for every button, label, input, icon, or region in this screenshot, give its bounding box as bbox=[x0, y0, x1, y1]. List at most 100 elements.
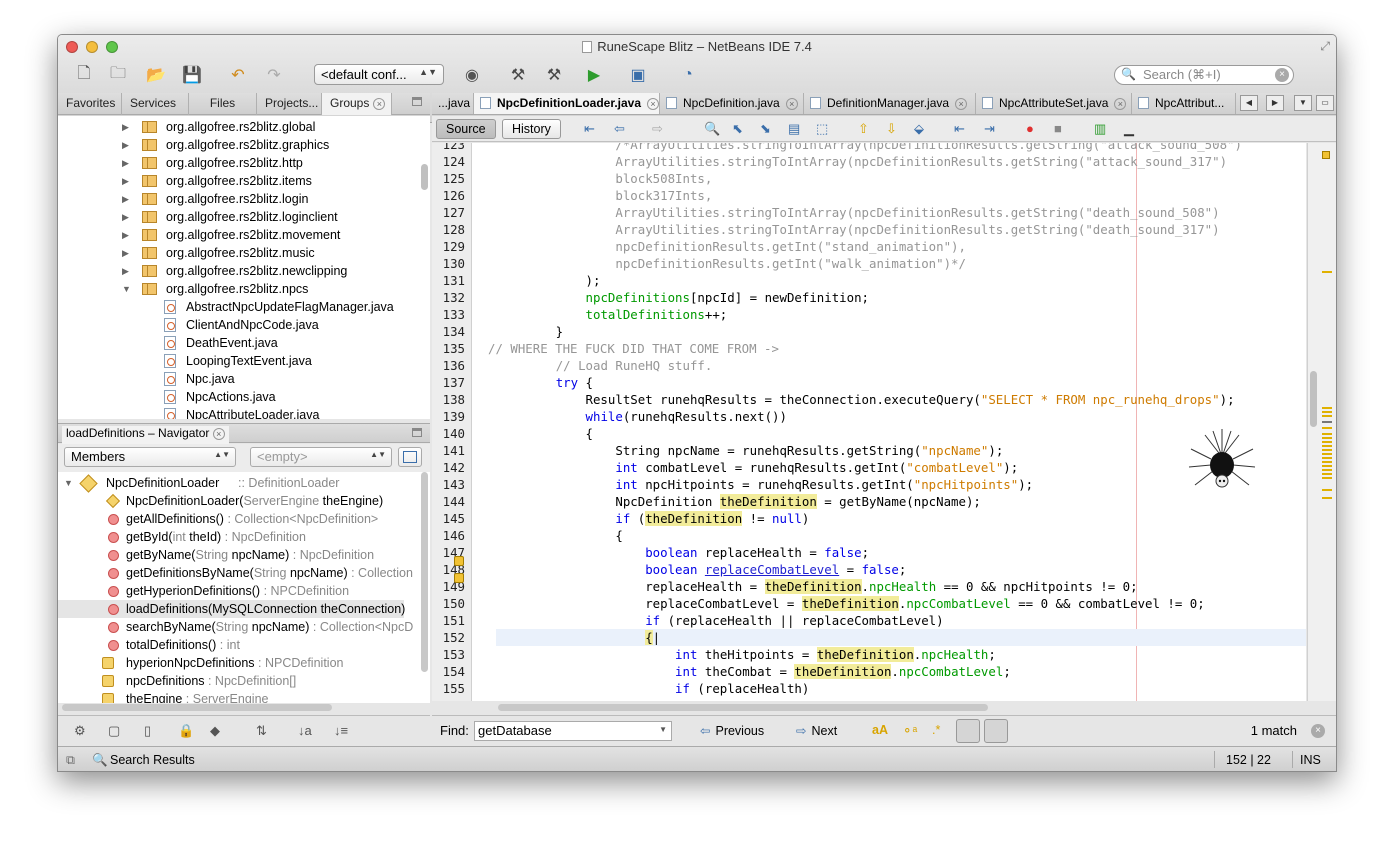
collapse-arrow-icon[interactable]: ▼ bbox=[64, 474, 74, 492]
navigator-tab[interactable]: loadDefinitions – Navigator × bbox=[62, 426, 229, 444]
find-next-icon[interactable]: ⬊ bbox=[760, 121, 771, 137]
expand-arrow-icon[interactable]: ▶ bbox=[122, 208, 132, 226]
close-tab-icon[interactable]: × bbox=[1114, 98, 1127, 110]
close-tab-icon[interactable]: × bbox=[647, 98, 660, 110]
last-edit-icon[interactable]: ⇤ bbox=[584, 121, 595, 137]
wrap-around-toggle[interactable] bbox=[984, 719, 1008, 743]
editor-tab[interactable]: DefinitionManager.java × bbox=[804, 93, 976, 114]
collapse-arrow-icon[interactable]: ▼ bbox=[122, 280, 132, 298]
member-item[interactable]: getHyperionDefinitions() : NPCDefinition bbox=[58, 582, 430, 600]
globe-icon[interactable]: ◉ bbox=[460, 64, 484, 86]
minimize-panel-icon[interactable] bbox=[412, 97, 422, 106]
stripe-mark[interactable] bbox=[1322, 489, 1332, 491]
editor-tab[interactable]: NpcDefinition.java × bbox=[660, 93, 804, 114]
editor-tab[interactable]: ...java bbox=[432, 93, 474, 114]
tab-projects[interactable]: Projects... bbox=[257, 93, 322, 115]
uncomment-icon[interactable]: ▁ bbox=[1124, 121, 1134, 137]
tree-item-package[interactable]: ▶ org.allgofree.rs2blitz.movement bbox=[58, 226, 430, 244]
output-window-icon[interactable]: ⧉ bbox=[66, 753, 75, 768]
save-all-icon[interactable]: 💾 bbox=[180, 64, 204, 86]
stripe-mark[interactable] bbox=[1322, 497, 1332, 499]
editor-tab[interactable]: NpcAttributeSet.java × bbox=[976, 93, 1132, 114]
find-input[interactable]: getDatabase ▼ bbox=[474, 721, 672, 741]
chevron-down-icon[interactable]: ▼ bbox=[659, 725, 667, 734]
search-results-link[interactable]: Search Results bbox=[110, 753, 195, 767]
show-fields-icon[interactable]: ▢ bbox=[108, 723, 120, 739]
stop-macro-icon[interactable]: ■ bbox=[1054, 121, 1062, 136]
start-macro-icon[interactable]: ● bbox=[1026, 121, 1034, 136]
expand-arrow-icon[interactable]: ▶ bbox=[122, 136, 132, 154]
scroll-tabs-left-icon[interactable]: ◀ bbox=[1240, 95, 1258, 111]
stripe-mark[interactable] bbox=[1322, 411, 1332, 413]
tree-item-package[interactable]: ▶ org.allgofree.rs2blitz.login bbox=[58, 190, 430, 208]
show-static-icon[interactable]: ▯ bbox=[144, 723, 151, 739]
tree-item-file[interactable]: AbstractNpcUpdateFlagManager.java bbox=[58, 298, 430, 316]
tree-item-package[interactable]: ▶ org.allgofree.rs2blitz.graphics bbox=[58, 136, 430, 154]
sort-name-icon[interactable]: ↓a bbox=[298, 723, 312, 738]
warning-icon[interactable] bbox=[454, 556, 464, 566]
tree-item-package[interactable]: ▶ org.allgofree.rs2blitz.items bbox=[58, 172, 430, 190]
expand-arrow-icon[interactable]: ▶ bbox=[122, 226, 132, 244]
close-tab-icon[interactable]: × bbox=[373, 98, 386, 110]
member-item[interactable]: hyperionNpcDefinitions : NPCDefinition bbox=[58, 654, 430, 672]
profile-icon[interactable]: ◔ bbox=[676, 64, 700, 86]
tree-item-file[interactable]: Npc.java bbox=[58, 370, 430, 388]
toggle-bookmark-icon[interactable]: ⬙ bbox=[914, 121, 924, 137]
tree-scrollbar[interactable] bbox=[421, 164, 428, 190]
tree-item-package[interactable]: ▶ org.allgofree.rs2blitz.music bbox=[58, 244, 430, 262]
comment-icon[interactable]: ▥ bbox=[1094, 121, 1106, 137]
new-project-icon[interactable]: 🗀 bbox=[106, 64, 130, 86]
editor-scrollbar[interactable] bbox=[1310, 371, 1317, 427]
expand-arrow-icon[interactable]: ▶ bbox=[122, 118, 132, 136]
tree-item-file[interactable]: NpcActions.java bbox=[58, 388, 430, 406]
clear-search-icon[interactable]: × bbox=[1275, 68, 1289, 82]
expand-arrow-icon[interactable]: ▶ bbox=[122, 172, 132, 190]
stripe-mark[interactable] bbox=[1322, 407, 1332, 409]
editor-tab-active[interactable]: NpcDefinitionLoader.java × bbox=[474, 93, 660, 114]
prev-bookmark-icon[interactable]: ⇧ bbox=[858, 121, 869, 137]
tab-services[interactable]: Services bbox=[122, 93, 189, 115]
history-button[interactable]: History bbox=[502, 119, 561, 139]
find-previous-icon[interactable]: ⬉ bbox=[732, 121, 743, 137]
forward-icon[interactable]: ⇨ bbox=[652, 121, 663, 137]
stripe-mark[interactable] bbox=[1322, 433, 1332, 481]
inherited-members-icon[interactable]: ⚙ bbox=[74, 723, 86, 739]
expand-arrow-icon[interactable]: ▶ bbox=[122, 190, 132, 208]
source-button[interactable]: Source bbox=[436, 119, 496, 139]
new-file-icon[interactable]: 🗋 bbox=[72, 64, 96, 86]
configuration-select[interactable]: <default conf... ▲▼ bbox=[314, 64, 444, 85]
stripe-mark[interactable] bbox=[1322, 271, 1332, 273]
run-icon[interactable]: ▶ bbox=[582, 64, 606, 86]
navigator-scrollbar[interactable] bbox=[421, 472, 428, 672]
editor-hscrollbar[interactable] bbox=[498, 704, 988, 711]
member-item[interactable]: searchByName(String npcName) : Collectio… bbox=[58, 618, 430, 636]
next-bookmark-icon[interactable]: ⇩ bbox=[886, 121, 897, 137]
tab-groups[interactable]: Groups × bbox=[322, 93, 392, 115]
class-node[interactable]: ▼ NpcDefinitionLoader :: DefinitionLoader bbox=[58, 474, 430, 493]
member-item[interactable]: NpcDefinitionLoader(ServerEngine theEngi… bbox=[58, 492, 430, 510]
member-item[interactable]: getDefinitionsByName(String npcName) : C… bbox=[58, 564, 430, 582]
expand-arrow-icon[interactable]: ▶ bbox=[122, 154, 132, 172]
sort-source-icon[interactable]: ↓≡ bbox=[334, 723, 348, 738]
member-item[interactable]: getById(int theId) : NpcDefinition bbox=[58, 528, 430, 546]
member-item[interactable]: theEngine : ServerEngine bbox=[58, 690, 430, 703]
stripe-mark[interactable] bbox=[1322, 427, 1332, 429]
tab-list-icon[interactable]: ▼ bbox=[1294, 95, 1312, 111]
tree-item-file[interactable]: LoopingTextEvent.java bbox=[58, 352, 430, 370]
member-item-selected[interactable]: loadDefinitions(MySQLConnection theConne… bbox=[58, 600, 405, 618]
tab-files[interactable]: Files bbox=[189, 93, 257, 115]
tree-item-package[interactable]: ▶ org.allgofree.rs2blitz.global bbox=[58, 118, 430, 136]
tree-item-file[interactable]: NpcAttributeLoader.java bbox=[58, 406, 430, 419]
tree-item-file[interactable]: ClientAndNpcCode.java bbox=[58, 316, 430, 334]
match-case-icon[interactable]: aA bbox=[872, 723, 888, 737]
tree-item-package[interactable]: ▶ org.allgofree.rs2blitz.newclipping bbox=[58, 262, 430, 280]
expand-arrow-icon[interactable]: ▶ bbox=[122, 244, 132, 262]
close-tab-icon[interactable]: × bbox=[785, 98, 798, 110]
next-button[interactable]: ⇨ Next bbox=[796, 723, 837, 738]
stripe-mark[interactable] bbox=[1322, 415, 1332, 417]
clean-build-icon[interactable]: ⚒ bbox=[542, 64, 566, 86]
show-nonpublic-icon[interactable]: 🔒 bbox=[178, 723, 194, 739]
close-tab-icon[interactable]: × bbox=[955, 98, 968, 110]
tree-item-package[interactable]: ▶ org.allgofree.rs2blitz.http bbox=[58, 154, 430, 172]
members-select[interactable]: Members ▲▼ bbox=[64, 447, 236, 467]
